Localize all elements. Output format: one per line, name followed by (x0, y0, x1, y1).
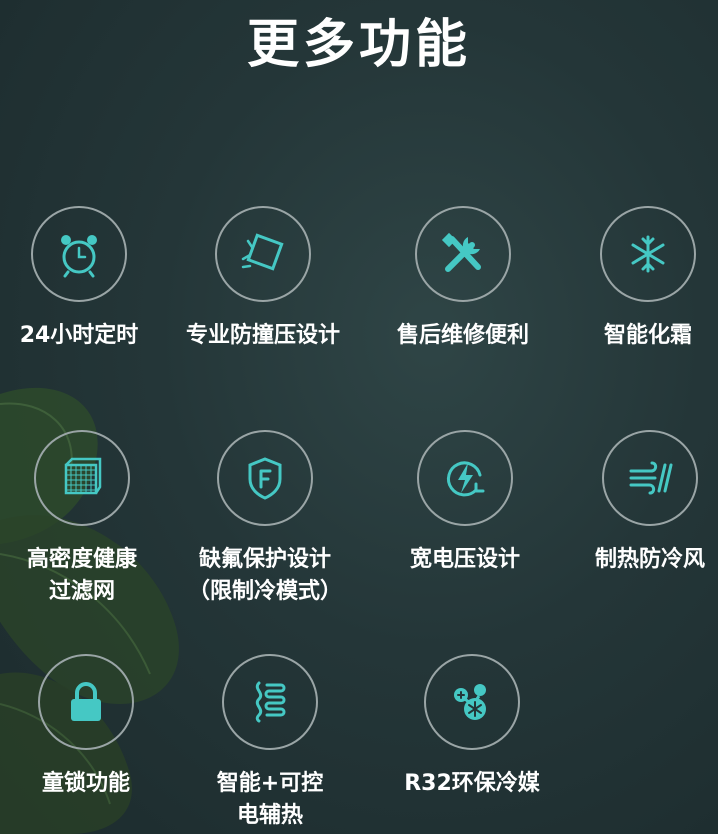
feature-label: 专业防撞压设计 (185, 323, 340, 348)
warm-wind-icon (629, 461, 673, 495)
feature-label: 高密度健康 (26, 547, 137, 572)
defrost-icon-ring (600, 206, 696, 302)
alarm-clock-icon (61, 235, 97, 278)
feature-wide-voltage: 宽电压设计 (370, 430, 560, 576)
feature-timer: 24小时定时 (0, 206, 174, 352)
feature-repair: 售后维修便利 (368, 206, 558, 352)
anti-collision-icon (241, 233, 284, 271)
feature-defrost: 智能化霜 (553, 206, 718, 352)
feature-label: 智能+可控 (216, 771, 324, 796)
feature-electric-heat: 智能+可控 电辅热 (175, 654, 365, 832)
fluorine-shield-icon (248, 457, 282, 500)
refrigerant-icon-ring (424, 654, 520, 750)
warm-wind-icon-ring (602, 430, 698, 526)
snowflake-icon (631, 235, 665, 273)
refrigerant-icon (454, 684, 486, 720)
feature-label: 宽电压设计 (409, 547, 520, 572)
feature-label-line2: 电辅热 (236, 803, 303, 828)
feature-label: 制热防冷风 (594, 547, 705, 572)
repair-icon-ring (415, 206, 511, 302)
filter-mesh-icon (64, 457, 102, 495)
feature-label-line2: （限制冷模式） (187, 579, 342, 604)
voltage-icon-ring (417, 430, 513, 526)
feature-label: 售后维修便利 (396, 323, 529, 348)
voltage-icon (447, 461, 485, 497)
feature-label-line2: 过滤网 (48, 579, 115, 604)
page-title: 更多功能 (246, 15, 471, 75)
feature-child-lock: 童锁功能 (0, 654, 181, 800)
anti-collision-icon-ring (215, 206, 311, 302)
feature-anti-collision: 专业防撞压设计 (168, 206, 358, 352)
feature-r32-refrigerant: R32环保冷媒 (377, 654, 567, 800)
timer-icon-ring (31, 206, 127, 302)
fluorine-icon-ring (217, 430, 313, 526)
feature-label: 童锁功能 (41, 771, 130, 796)
feature-filter: 高密度健康 过滤网 (0, 430, 177, 608)
repair-tools-icon (441, 232, 481, 272)
lock-icon-ring (38, 654, 134, 750)
feature-anti-cold-wind: 制热防冷风 (555, 430, 718, 576)
electric-heater-icon (255, 681, 286, 723)
heater-icon-ring (222, 654, 318, 750)
feature-label: 缺氟保护设计 (198, 547, 331, 572)
feature-label: 24小时定时 (19, 323, 139, 348)
feature-label: 智能化霜 (603, 323, 692, 348)
filter-icon-ring (34, 430, 130, 526)
feature-label: R32环保冷媒 (404, 771, 540, 796)
lock-icon (71, 682, 101, 721)
feature-fluorine-protect: 缺氟保护设计 （限制冷模式） (170, 430, 360, 608)
